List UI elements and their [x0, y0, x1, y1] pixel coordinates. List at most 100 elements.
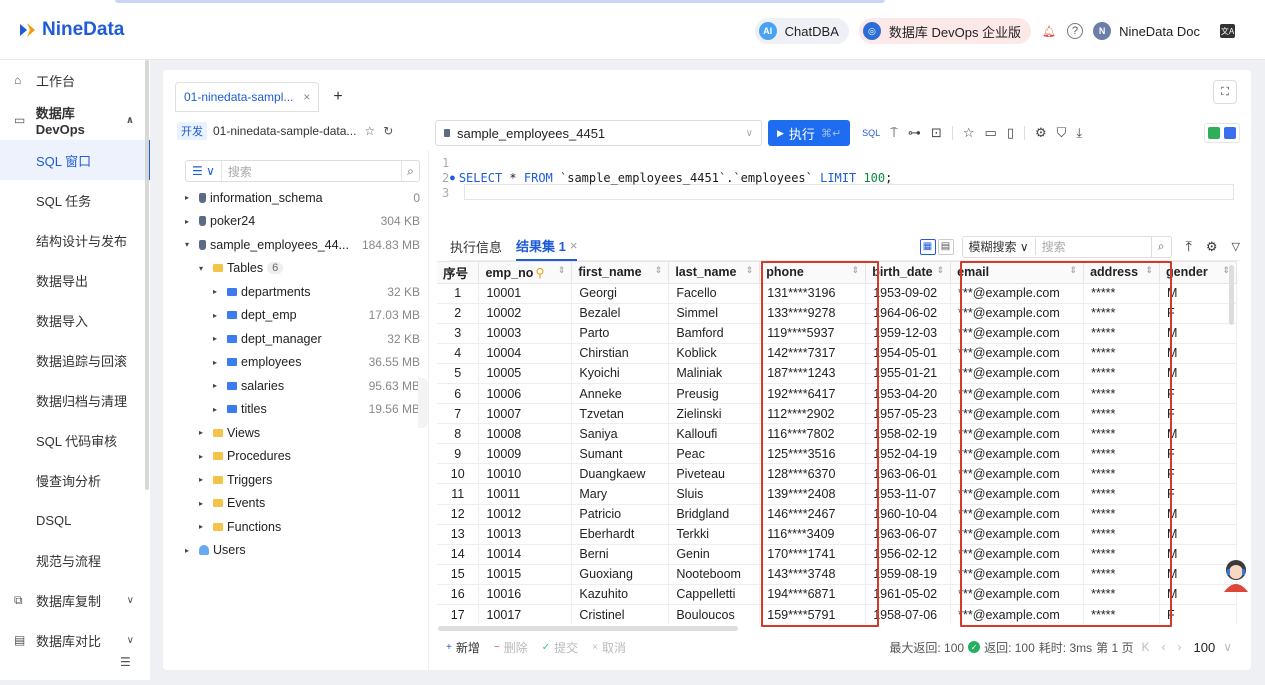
filter-icon[interactable]: ▽ — [1232, 240, 1240, 253]
vertical-scrollbar[interactable] — [1229, 265, 1234, 325]
table-cell[interactable]: ***** — [1083, 544, 1161, 565]
table-cell[interactable]: ***** — [1083, 303, 1161, 324]
sidebar-item-archive[interactable]: 数据归档与清理 — [0, 380, 150, 420]
table-cell[interactable]: 1953-04-20 — [865, 383, 952, 405]
horizontal-scrollbar[interactable] — [438, 626, 738, 631]
diagram-icon[interactable]: ⊶ — [908, 125, 921, 141]
table-cell[interactable]: ***@example.com — [950, 323, 1085, 344]
close-icon[interactable]: × — [570, 238, 578, 253]
table-cell[interactable]: Sumant — [571, 443, 670, 465]
table-row[interactable]: 7 10007 Tzvetan Zielinski 112****2902 1957-05… — [437, 403, 1237, 425]
table-cell[interactable]: 10015 — [478, 564, 573, 585]
chart-icon[interactable]: ⊡ — [931, 125, 942, 141]
table-cell[interactable]: 10002 — [478, 303, 573, 324]
devops-edition-button[interactable]: ◎ 数据库 DevOps 企业版 — [858, 18, 1032, 44]
table-row[interactable]: 12 10012 Patricio Bridgland 146****2467 1960-… — [437, 504, 1237, 525]
table-row[interactable]: 15 10015 Guoxiang Nooteboom 143****3748 1959-… — [437, 564, 1237, 585]
tree-node[interactable]: ▸ employees 36.55 MB — [185, 351, 420, 375]
grid-view-icon[interactable]: ▦ — [919, 238, 936, 255]
tree-search-input[interactable]: 搜索 — [222, 163, 401, 180]
table-cell[interactable]: Eberhardt — [571, 524, 670, 545]
table-cell[interactable]: ***@example.com — [950, 564, 1085, 585]
sidebar-item-replication[interactable]: ⧉ 数据库复制 ∨ — [0, 580, 150, 620]
caret-right-icon[interactable]: ▸ — [199, 428, 209, 437]
table-cell[interactable]: 10010 — [478, 463, 573, 485]
table-cell[interactable]: 131****3196 — [759, 283, 867, 304]
table-cell[interactable]: Sluis — [668, 483, 761, 505]
table-cell[interactable]: Bridgland — [668, 504, 761, 525]
search-icon[interactable]: ⌕ — [401, 161, 419, 181]
table-cell[interactable]: Preusig — [668, 383, 761, 405]
table-cell[interactable]: Kyoichi — [571, 363, 670, 384]
shield-icon[interactable]: ⛉ — [1057, 125, 1067, 141]
sidebar-item-sql-task[interactable]: SQL 任务 — [0, 180, 150, 220]
fullscreen-icon[interactable]: ⛶ — [1213, 80, 1237, 104]
table-cell[interactable]: 1960-10-04 — [865, 504, 952, 525]
table-cell[interactable]: Cristinel — [571, 604, 670, 624]
object-type-select[interactable]: ☰ ∨ — [186, 161, 222, 181]
table-cell[interactable]: Genin — [668, 544, 761, 565]
table-cell[interactable]: ***@example.com — [950, 544, 1085, 565]
tree-node[interactable]: ▸ departments 32 KB — [185, 280, 420, 304]
table-cell[interactable]: Facello — [668, 283, 761, 304]
table-cell[interactable]: 1955-01-21 — [865, 363, 952, 384]
tree-node[interactable]: ▸ Procedures — [185, 445, 420, 469]
star-icon[interactable]: ☆ — [364, 124, 375, 138]
table-cell[interactable]: ***** — [1083, 283, 1161, 304]
table-cell[interactable]: 1958-07-06 — [865, 604, 952, 624]
table-cell[interactable]: 10011 — [478, 483, 573, 505]
table-cell[interactable]: ***@example.com — [950, 463, 1085, 485]
table-cell[interactable]: Kazuhito — [571, 584, 670, 606]
tree-node[interactable]: ▾ Tables 6 — [185, 257, 420, 281]
table-cell[interactable]: M — [1159, 363, 1237, 384]
table-cell[interactable]: Piveteau — [668, 463, 761, 485]
caret-down-icon[interactable]: ▾ — [199, 264, 209, 273]
table-cell[interactable]: M — [1159, 283, 1237, 304]
table-cell[interactable]: ***@example.com — [950, 584, 1085, 606]
table-cell[interactable]: ***** — [1083, 383, 1161, 405]
sidebar-item-sql-window[interactable]: SQL 窗口 — [0, 140, 150, 180]
table-cell[interactable]: M — [1159, 504, 1237, 525]
sidebar-item-workbench[interactable]: ⌂ 工作台 — [0, 60, 150, 100]
file-icon[interactable]: ▯ — [1007, 125, 1014, 141]
sort-icon[interactable]: ⇕ — [746, 265, 754, 276]
chatdba-button[interactable]: AI ChatDBA — [754, 18, 849, 44]
pin-icon[interactable]: ⍑ — [890, 125, 898, 141]
caret-right-icon[interactable]: ▸ — [213, 334, 223, 343]
help-icon[interactable]: ? — [1067, 23, 1084, 39]
export-icon[interactable]: ⤒ — [1186, 238, 1192, 255]
table-cell[interactable]: Guoxiang — [571, 564, 670, 585]
table-row[interactable]: 6 10006 Anneke Preusig 192****6417 1953-04-20… — [437, 383, 1237, 405]
table-cell[interactable]: 10003 — [478, 323, 573, 344]
table-cell[interactable]: Maliniak — [668, 363, 761, 384]
table-cell[interactable]: 187****1243 — [759, 363, 867, 384]
table-row[interactable]: 13 10013 Eberhardt Terkki 116****3409 1963-06… — [437, 524, 1237, 545]
table-cell[interactable]: F — [1159, 463, 1237, 485]
table-cell[interactable]: Berni — [571, 544, 670, 565]
table-cell[interactable]: F — [1159, 403, 1237, 425]
table-cell[interactable]: 1964-06-02 — [865, 303, 952, 324]
table-cell[interactable]: Tzvetan — [571, 403, 670, 425]
table-cell[interactable]: M — [1159, 323, 1237, 344]
table-row[interactable]: 17 10017 Cristinel Bouloucos 159****5791 1958… — [437, 604, 1237, 624]
translate-icon[interactable]: 文A — [1220, 24, 1235, 38]
table-cell[interactable]: ***@example.com — [950, 363, 1085, 384]
table-cell[interactable]: Chirstian — [571, 343, 670, 364]
table-cell[interactable]: 1952-04-19 — [865, 443, 952, 465]
table-cell[interactable]: Simmel — [668, 303, 761, 324]
sidebar-item-tracking[interactable]: 数据追踪与回滚 — [0, 340, 150, 380]
caret-right-icon[interactable]: ▸ — [185, 217, 195, 226]
table-row[interactable]: 1 10001 Georgi Facello 131****3196 1953-09-02… — [437, 283, 1237, 304]
add-tab-button[interactable]: + — [333, 88, 342, 106]
caret-down-icon[interactable]: ▾ — [185, 240, 195, 249]
tree-node[interactable]: ▸ Events — [185, 492, 420, 516]
table-cell[interactable]: ***** — [1083, 504, 1161, 525]
table-cell[interactable]: ***@example.com — [950, 504, 1085, 525]
table-cell[interactable]: 1961-05-02 — [865, 584, 952, 606]
caret-right-icon[interactable]: ▸ — [199, 452, 209, 461]
sidebar-item-dsql[interactable]: DSQL — [0, 500, 150, 540]
page-size-select[interactable]: 100 — [1194, 640, 1216, 655]
sql-editor[interactable]: 1 2 ● SELECT * FROM `sample_employees_445… — [438, 155, 1236, 223]
table-cell[interactable]: 112****2902 — [759, 403, 867, 425]
refresh-icon[interactable]: ↻ — [383, 124, 393, 138]
